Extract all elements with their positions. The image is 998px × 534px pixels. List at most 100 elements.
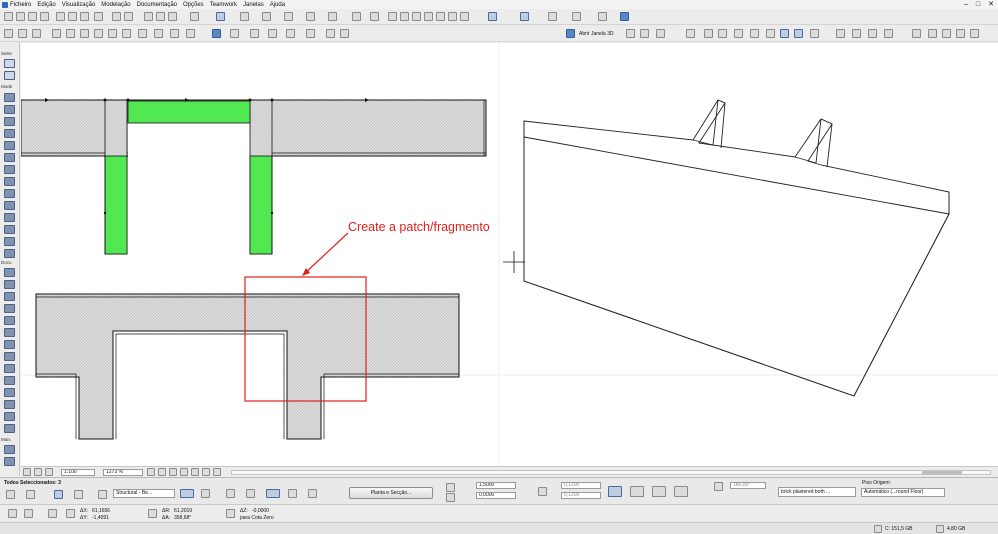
print-icon[interactable] <box>40 12 49 21</box>
grid-tool-icon[interactable] <box>4 445 15 454</box>
trash-icon[interactable] <box>912 29 921 38</box>
trim-icon[interactable] <box>400 12 409 21</box>
section-tool-icon[interactable] <box>4 388 15 397</box>
reference-inside-icon[interactable] <box>288 489 297 498</box>
offset-b-field[interactable]: 0,1200 <box>561 492 601 499</box>
relative-coordinates-icon[interactable] <box>24 509 33 518</box>
open-3d-window-label[interactable]: Abrir Janela 3D <box>579 31 613 37</box>
layer-combo-icon[interactable] <box>45 468 53 476</box>
paste-icon[interactable] <box>80 12 89 21</box>
hotspot-tool-icon[interactable] <box>4 376 15 385</box>
section-view-icon[interactable] <box>548 12 557 21</box>
maximize-button[interactable]: □ <box>976 0 980 9</box>
3d-explore-icon[interactable] <box>810 29 819 38</box>
open-file-icon[interactable] <box>16 12 25 21</box>
angle-field[interactable]: 180,00° <box>730 482 766 489</box>
3d-roof-icon[interactable] <box>734 29 743 38</box>
align-icon[interactable] <box>240 12 249 21</box>
find-select-icon[interactable] <box>144 12 153 21</box>
lock-icon[interactable] <box>328 12 337 21</box>
organizer-icon[interactable] <box>970 29 979 38</box>
resize-icon[interactable] <box>154 29 163 38</box>
beam-tool-icon[interactable] <box>4 117 15 126</box>
elevation-tool-icon[interactable] <box>4 400 15 409</box>
layers-icon[interactable] <box>488 12 497 21</box>
reference-center-icon[interactable] <box>266 489 280 498</box>
offset-icon[interactable] <box>436 12 445 21</box>
mesh-tool-icon[interactable] <box>4 213 15 222</box>
snap-guides-icon[interactable] <box>268 29 277 38</box>
wall-tool-icon[interactable] <box>4 93 15 102</box>
double-slanted-wall-icon[interactable] <box>652 486 666 497</box>
surface-combo[interactable]: brick plastered both ... <box>778 487 856 497</box>
menu-modelacao[interactable]: Modelação <box>101 2 130 8</box>
drag-icon[interactable] <box>122 29 131 38</box>
construction-method-icon[interactable] <box>54 490 63 499</box>
level-dimension-tool-icon[interactable] <box>4 280 15 289</box>
3d-window-icon[interactable] <box>766 29 775 38</box>
bottom-link-icon[interactable] <box>446 493 455 502</box>
menu-visualizacao[interactable]: Visualização <box>62 2 96 8</box>
fillet-icon[interactable] <box>424 12 433 21</box>
guide-icon[interactable] <box>32 29 41 38</box>
elevation-view-icon[interactable] <box>572 12 581 21</box>
polyline-tool-icon[interactable] <box>4 352 15 361</box>
3d-house-icon[interactable] <box>750 29 759 38</box>
marker-icon[interactable] <box>340 29 349 38</box>
offset-a-field[interactable]: 0,1200 <box>561 482 601 489</box>
slanted-wall-icon[interactable] <box>630 486 644 497</box>
dr-value[interactable]: 61,2019 <box>174 508 192 514</box>
vertical-wall-icon[interactable] <box>608 486 622 497</box>
detail-tool-icon[interactable] <box>4 412 15 421</box>
3d-axonometry-icon[interactable] <box>794 29 803 38</box>
3d-view-icon[interactable] <box>620 12 629 21</box>
inject-icon[interactable] <box>168 12 177 21</box>
new-file-icon[interactable] <box>4 12 13 21</box>
magnetic-icon[interactable] <box>326 29 335 38</box>
pet-palette-icon[interactable] <box>230 29 239 38</box>
elevate-icon[interactable] <box>108 29 117 38</box>
group-icon[interactable] <box>306 12 315 21</box>
3d-orbit-icon[interactable] <box>626 29 635 38</box>
polygonal-wall-icon[interactable] <box>674 486 688 497</box>
undo-zoom-icon[interactable] <box>23 468 31 476</box>
delete-icon[interactable] <box>94 12 103 21</box>
scrollbar-thumb[interactable] <box>922 471 962 474</box>
camera-tool-icon[interactable] <box>4 457 15 466</box>
cut-icon[interactable] <box>56 12 65 21</box>
3d-fly-icon[interactable] <box>836 29 845 38</box>
suspend-group-icon[interactable] <box>352 12 361 21</box>
fit-in-window-icon[interactable] <box>169 468 177 476</box>
copy-icon[interactable] <box>68 12 77 21</box>
object-tool-icon[interactable] <box>4 249 15 258</box>
angle-icon[interactable] <box>714 482 723 491</box>
line-tool-icon[interactable] <box>388 12 397 21</box>
stretch-icon[interactable] <box>170 29 179 38</box>
floor-plan-section-button[interactable]: Planta e Secção... <box>349 487 433 499</box>
label-tool-icon[interactable] <box>4 304 15 313</box>
menu-opcoes[interactable]: Opções <box>183 2 204 8</box>
publish-icon[interactable] <box>928 29 937 38</box>
adjust-icon[interactable] <box>448 12 457 21</box>
rotate-view-icon[interactable] <box>213 468 221 476</box>
arrow-tool-icon[interactable] <box>4 59 15 68</box>
multiply-icon[interactable] <box>138 29 147 38</box>
dz-value[interactable]: -0,0000 <box>252 508 269 514</box>
horizontal-scrollbar[interactable] <box>231 470 991 475</box>
menu-ficheiro[interactable]: Ficheiro <box>10 2 31 8</box>
3d-wireframe-wall[interactable] <box>523 99 950 397</box>
next-view-icon[interactable] <box>202 468 210 476</box>
mirror-icon[interactable] <box>94 29 103 38</box>
close-button[interactable]: ✕ <box>988 0 994 9</box>
thickness-icon[interactable] <box>538 487 547 496</box>
layout-book-icon[interactable] <box>942 29 951 38</box>
menu-teamwork[interactable]: Teamwork <box>210 2 237 8</box>
3d-fit-icon[interactable] <box>868 29 877 38</box>
magic-wand-icon[interactable] <box>190 12 199 21</box>
snap-icon[interactable] <box>18 29 27 38</box>
drawing-canvas[interactable]: Create a patch/fragmento <box>20 43 998 466</box>
floor-plan-view-icon[interactable] <box>520 12 529 21</box>
display-order-icon[interactable] <box>284 12 293 21</box>
previous-view-icon[interactable] <box>191 468 199 476</box>
curved-wall-icon[interactable] <box>201 489 210 498</box>
